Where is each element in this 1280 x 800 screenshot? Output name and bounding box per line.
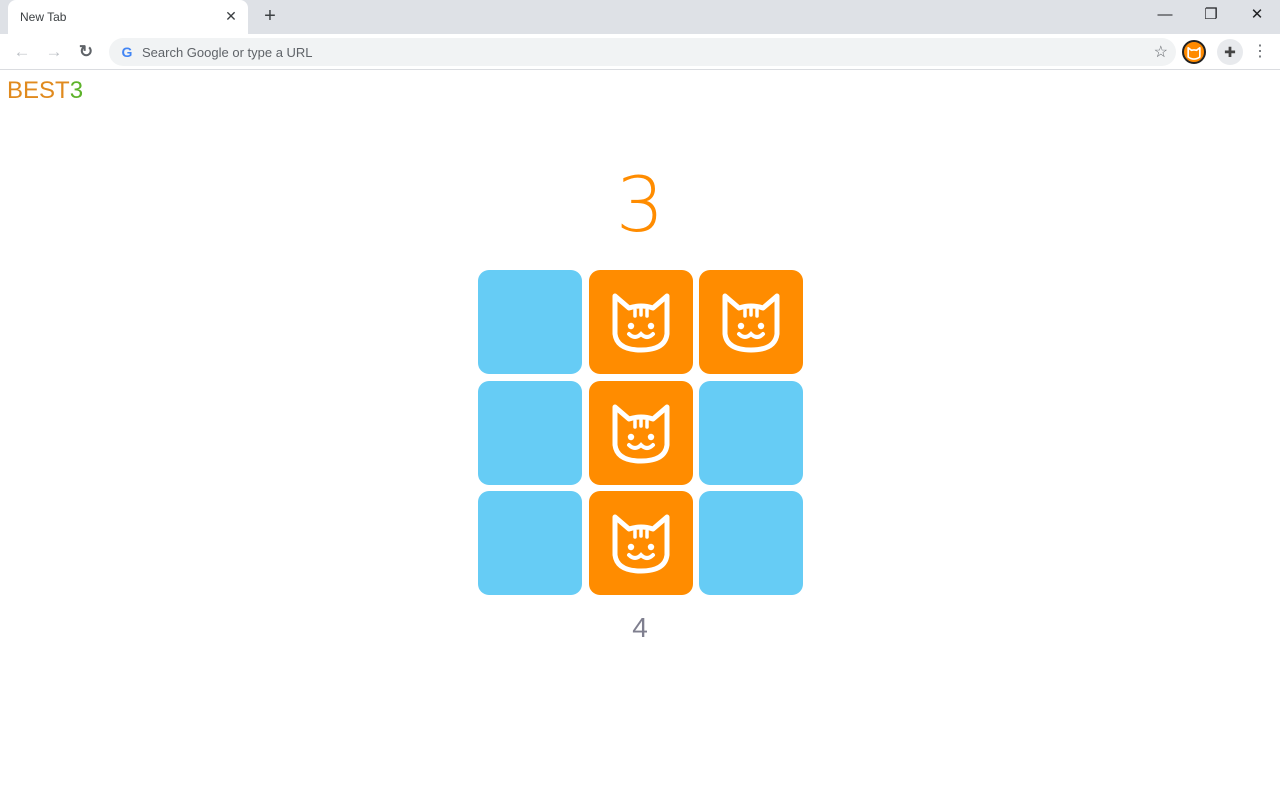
extensions-puzzle-icon[interactable]: ✚ <box>1217 39 1243 65</box>
tile-2-1[interactable] <box>478 380 582 485</box>
tab-new-tab[interactable]: New Tab ✕ <box>8 0 248 34</box>
new-tab-button[interactable]: + <box>259 5 281 27</box>
address-placeholder: Search Google or type a URL <box>142 45 313 60</box>
current-score: 3 <box>615 160 665 249</box>
back-button[interactable]: ← <box>10 40 34 64</box>
moves-counter: 4 <box>632 612 648 643</box>
cat-icon <box>612 514 669 574</box>
tile-3-1[interactable] <box>478 491 582 595</box>
tab-strip: New Tab ✕ + — ❐ ✕ <box>0 0 1280 34</box>
browser-menu-icon[interactable]: ⋮ <box>1252 40 1268 64</box>
tile-2-2[interactable] <box>588 380 693 485</box>
cat-icon <box>612 404 669 463</box>
tile-2-3[interactable] <box>699 380 803 485</box>
address-bar[interactable]: G Search Google or type a URL ☆ <box>109 38 1176 66</box>
best-score: BEST3 <box>7 77 83 105</box>
cat-icon <box>612 293 669 353</box>
tile-3-3[interactable] <box>699 491 803 595</box>
tile-3-2[interactable] <box>588 491 693 595</box>
browser-toolbar: ← → ↻ G Search Google or type a URL ☆ <box>0 34 1280 70</box>
tile-1-3[interactable] <box>699 270 803 374</box>
tile-1-2[interactable] <box>588 270 693 374</box>
tile-1-1[interactable] <box>478 270 582 374</box>
bookmark-star-icon[interactable]: ☆ <box>1154 42 1168 62</box>
forward-button[interactable]: → <box>42 40 66 64</box>
close-tab-icon[interactable]: ✕ <box>222 7 240 25</box>
game-board <box>478 270 803 595</box>
cat-extension-icon[interactable] <box>1182 40 1206 64</box>
google-icon: G <box>121 44 133 60</box>
tab-title: New Tab <box>20 10 67 24</box>
restore-button[interactable]: ❐ <box>1188 4 1234 28</box>
reload-button[interactable]: ↻ <box>74 40 98 64</box>
close-window-button[interactable]: ✕ <box>1234 4 1280 28</box>
best-value: 3 <box>69 77 84 104</box>
best-label: BEST <box>7 77 70 104</box>
cat-icon <box>722 293 780 353</box>
minimize-button[interactable]: — <box>1142 4 1188 28</box>
